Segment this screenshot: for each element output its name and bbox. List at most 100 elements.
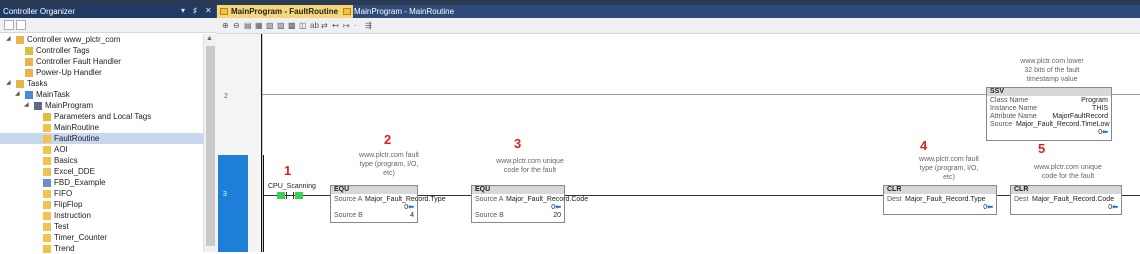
toolbar-button-icon[interactable]: ◫ <box>299 21 307 30</box>
routine-icon <box>43 212 51 220</box>
left-power-rail-rung3 <box>263 155 264 252</box>
clr1-instruction[interactable]: CLR Dest Major_Fault_Record.Type 0⬅ <box>883 185 997 215</box>
toolbar-button-icon[interactable]: ⊕ <box>222 21 229 30</box>
ssv-instruction[interactable]: SSV Class Name Program Instance Name THIS … <box>986 87 1112 141</box>
toolbar-button-icon[interactable]: ▤ <box>244 21 252 30</box>
ssv-value[interactable]: THIS <box>1092 105 1108 113</box>
instruction-header: EQU <box>472 186 564 194</box>
instruction-header: CLR <box>884 186 996 194</box>
desc-line: www.plctr.com fault <box>919 156 979 163</box>
contact-right-energized <box>295 192 303 199</box>
routine-icon <box>43 146 51 154</box>
source-b-label: Source B <box>334 212 363 219</box>
tree-item[interactable]: AOI <box>0 144 203 155</box>
equ1-instruction[interactable]: EQU Source A Major_Fault_Record.Type 0⬅ … <box>330 185 446 223</box>
expand-toggle-icon[interactable]: ◢ <box>24 100 32 111</box>
rung-number: 2 <box>224 93 228 100</box>
organizer-scrollbar[interactable]: ▲ <box>203 34 217 252</box>
tree-item[interactable]: FIFO <box>0 188 203 199</box>
routine-icon <box>43 135 51 143</box>
scrollbar-thumb[interactable] <box>206 46 215 246</box>
toolbar-button-icon[interactable]: ⇄ <box>321 21 328 30</box>
tree-item[interactable]: Basics <box>0 155 203 166</box>
ladder-canvas: 2 3 1 2 3 4 5 CPU_Scanning www.plctr.com… <box>216 34 1140 252</box>
routine-icon <box>43 157 51 165</box>
dest-value: 0⬅ <box>983 204 993 212</box>
rung-number: 3 <box>223 191 227 198</box>
tree-item[interactable]: Parameters and Local Tags <box>0 111 203 122</box>
source-a-row: Source A Major_Fault_Record.Code <box>475 196 588 204</box>
dest-tag[interactable]: Major_Fault_Record.Type <box>905 196 986 204</box>
tree-item[interactable]: Controller Fault Handler <box>0 56 203 67</box>
rung-selection[interactable]: 3 <box>218 155 248 252</box>
tree-item[interactable]: ◢ Controller www_plctr_com <box>0 34 203 45</box>
toolbar-button-icon[interactable]: ↦ <box>343 21 350 30</box>
toolbar-button-icon[interactable]: ▨ <box>277 21 285 30</box>
folder-icon <box>16 80 24 88</box>
callout-4: 4 <box>920 138 928 153</box>
organizer-tree: ◢ Controller www_plctr_com Controller Tags… <box>0 34 203 254</box>
toolbar-button-icon[interactable]: ⇶ <box>365 21 372 30</box>
tab-faultroutine[interactable]: MainProgram - FaultRoutine × <box>217 5 353 18</box>
tree-item[interactable]: Instruction <box>0 210 203 221</box>
tree-item[interactable]: FaultRoutine <box>0 133 203 144</box>
dest-tag[interactable]: Major_Fault_Record.Code <box>1032 196 1114 204</box>
desc-line: www.plctr.com fault <box>359 152 419 159</box>
ssv-value[interactable]: Major_Fault_Record.TimeLow <box>1016 121 1110 129</box>
tree-item[interactable]: Timer_Counter <box>0 232 203 243</box>
source-a-value: 0⬅ <box>551 204 561 212</box>
toolbar-button-icon[interactable]: ▦ <box>255 21 263 30</box>
clr2-instruction[interactable]: CLR Dest Major_Fault_Record.Code 0⬅ <box>1010 185 1122 215</box>
source-b-value[interactable]: 20 <box>553 212 561 220</box>
ssv-value[interactable]: Program <box>1081 97 1108 105</box>
dest-label: Dest <box>1014 196 1029 203</box>
tree-item[interactable]: Test <box>0 221 203 232</box>
expand-toggle-icon[interactable]: ◢ <box>15 89 23 100</box>
toolbar-button-icon[interactable]: ab <box>310 21 319 30</box>
editor-tabs: MainProgram - FaultRoutine × MainProgram… <box>216 5 1140 18</box>
toolbar-button-icon[interactable]: ▩ <box>288 21 296 30</box>
tree-item[interactable]: Controller Tags <box>0 45 203 56</box>
source-b-value[interactable]: 4 <box>410 212 414 220</box>
close-icon[interactable]: ✕ <box>205 6 212 15</box>
value-arrow-icon: ⬅ <box>408 204 414 211</box>
toolbar-button-icon[interactable]: ▧ <box>266 21 274 30</box>
expand-all-icon[interactable] <box>16 20 26 30</box>
ssv-value[interactable]: MajorFaultRecord <box>1052 113 1108 121</box>
xic-contact[interactable] <box>277 192 305 199</box>
tree-item[interactable]: ◢ MainProgram <box>0 100 203 111</box>
folder-icon <box>25 58 33 66</box>
toolbar-button-icon[interactable]: ⊖ <box>233 21 240 30</box>
tree-item[interactable]: Excel_DDE <box>0 166 203 177</box>
source-a-tag[interactable]: Major_Fault_Record.Code <box>506 196 588 204</box>
left-power-rail <box>261 34 262 252</box>
toolbar-button-icon[interactable]: ↤ <box>332 21 339 30</box>
tree-item[interactable]: MainRoutine <box>0 122 203 133</box>
tree-item[interactable]: FlipFlop <box>0 199 203 210</box>
expand-toggle-icon[interactable]: ◢ <box>6 78 14 89</box>
collapse-all-icon[interactable] <box>4 20 14 30</box>
source-a-tag[interactable]: Major_Fault_Record.Type <box>365 196 446 204</box>
pin-icon[interactable]: ♯ <box>193 6 197 15</box>
rung-margin: 2 3 <box>216 34 263 252</box>
tree-item-label: Controller Fault Handler <box>36 57 121 66</box>
scroll-up-icon[interactable]: ▲ <box>206 35 213 42</box>
routine-icon <box>343 8 351 15</box>
tree-item[interactable]: FBD_Example <box>0 177 203 188</box>
dropdown-icon[interactable]: ▾ <box>181 6 185 15</box>
tab-label: MainProgram - FaultRoutine <box>231 7 339 16</box>
tree-item[interactable]: ◢ MainTask <box>0 89 203 100</box>
source-a-value: 0⬅ <box>404 204 414 212</box>
tree-item-label: Timer_Counter <box>54 233 108 242</box>
tree-item[interactable]: ◢ Tasks <box>0 78 203 89</box>
tag-icon <box>43 113 51 121</box>
equ2-instruction[interactable]: EQU Source A Major_Fault_Record.Code 0⬅ … <box>471 185 588 223</box>
expand-toggle-icon[interactable]: ◢ <box>6 34 14 45</box>
desc-line: 32 bits of the fault <box>1024 67 1080 74</box>
toolbar-button-icon[interactable]: · <box>354 21 357 30</box>
tab-mainroutine[interactable]: MainProgram - MainRoutine <box>340 5 468 18</box>
tree-item[interactable]: Power-Up Handler <box>0 67 203 78</box>
value-arrow-icon: ⬅ <box>555 204 561 211</box>
instruction-header: CLR <box>1011 186 1121 194</box>
tree-item[interactable]: Trend <box>0 243 203 254</box>
